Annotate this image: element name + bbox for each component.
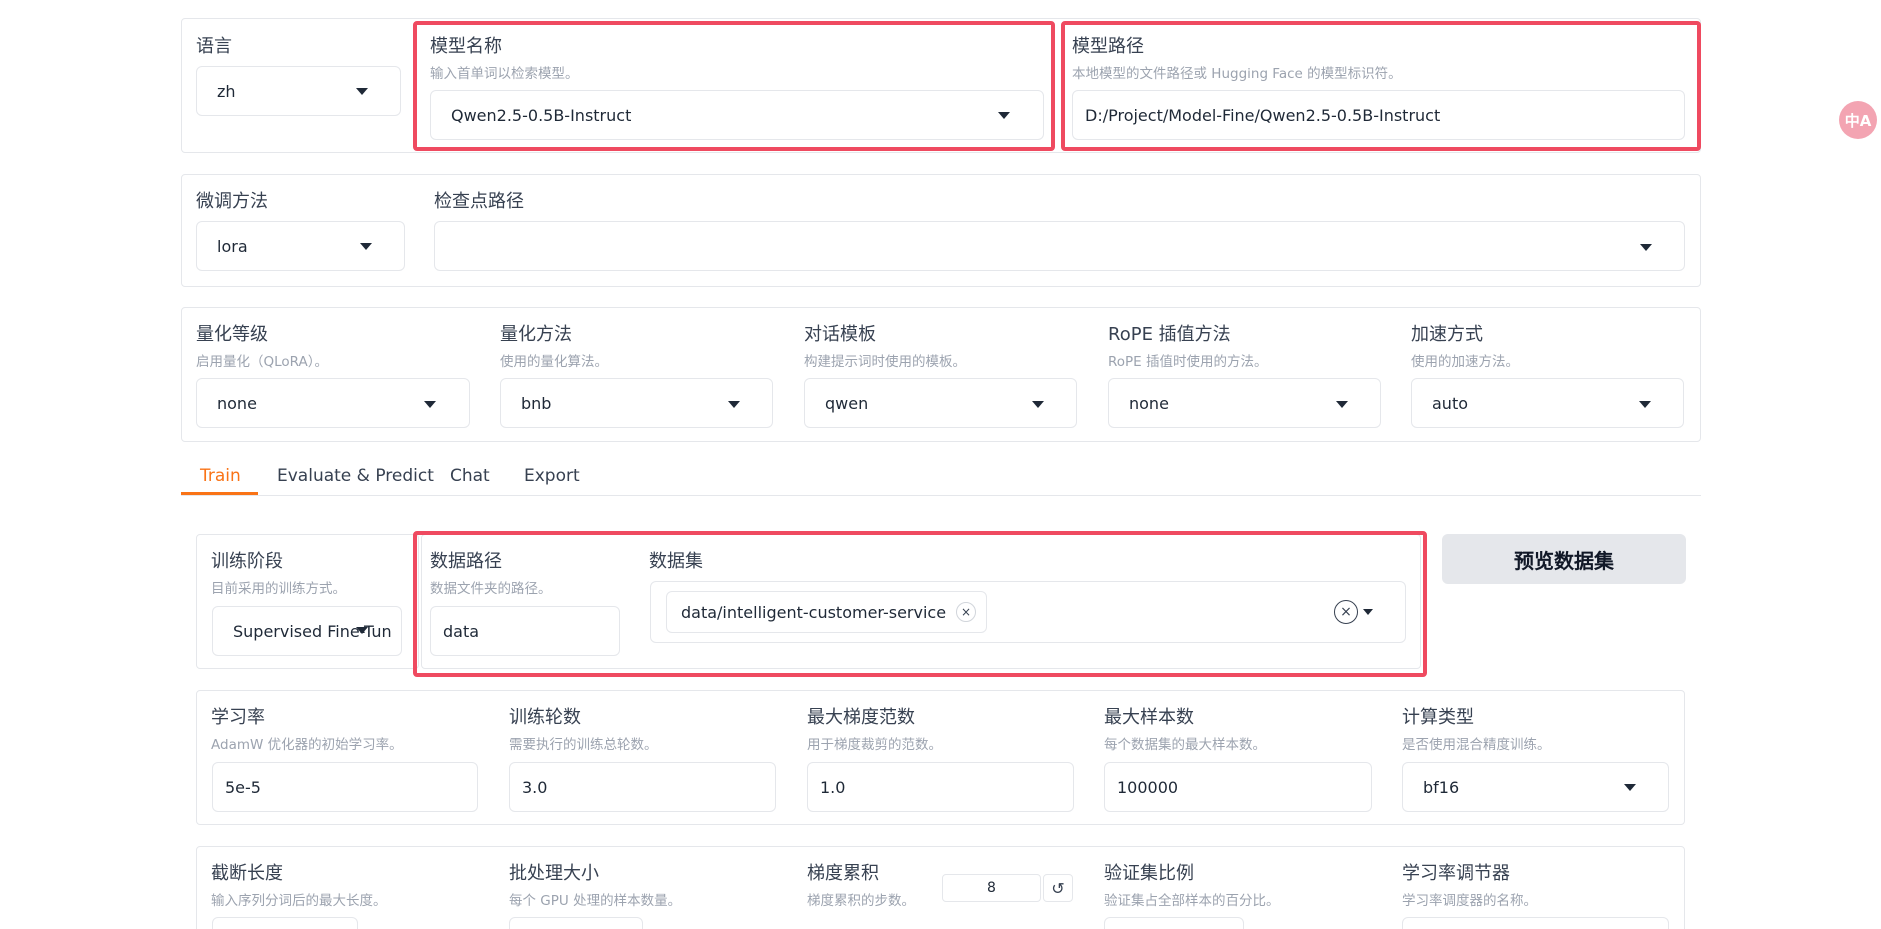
clear-icon[interactable]: × — [1334, 600, 1358, 624]
val-size-hint: 验证集占全部样本的百分比。 — [1104, 893, 1280, 909]
val-size-input[interactable] — [1104, 917, 1244, 929]
quant-method-hint: 使用的量化算法。 — [500, 354, 608, 370]
dataset-dir-input[interactable]: data — [430, 606, 620, 656]
finetune-method-label: 微调方法 — [196, 191, 268, 212]
epochs-label: 训练轮数 — [509, 707, 581, 728]
tabs-divider — [181, 495, 1701, 496]
chevron-down-icon — [356, 88, 368, 95]
translate-icon[interactable]: 中A — [1839, 101, 1877, 139]
chevron-down-icon — [1336, 401, 1348, 408]
grad-accum-number-input[interactable]: 8 — [942, 874, 1041, 902]
booster-label: 加速方式 — [1411, 324, 1483, 345]
stage-label: 训练阶段 — [211, 551, 283, 572]
quant-bit-label: 量化等级 — [196, 324, 268, 345]
grad-accum-label: 梯度累积 — [807, 863, 879, 884]
max-samples-value: 100000 — [1117, 777, 1179, 797]
dataset-dir-hint: 数据文件夹的路径。 — [430, 581, 552, 597]
template-hint: 构建提示词时使用的模板。 — [804, 354, 966, 370]
model-path-value: D:/Project/Model-Fine/Qwen2.5-0.5B-Instr… — [1085, 105, 1441, 125]
compute-type-hint: 是否使用混合精度训练。 — [1402, 737, 1551, 753]
learning-rate-input[interactable]: 5e-5 — [212, 762, 478, 812]
model-path-label: 模型路径 — [1072, 36, 1144, 57]
stage-select[interactable]: Supervised Fine-Tun — [212, 606, 402, 656]
model-name-select[interactable]: Qwen2.5-0.5B-Instruct — [430, 90, 1044, 140]
rope-value: none — [1129, 393, 1169, 413]
chevron-down-icon[interactable] — [1363, 609, 1373, 615]
max-grad-norm-label: 最大梯度范数 — [807, 707, 915, 728]
active-tab-indicator — [181, 492, 258, 495]
batch-size-label: 批处理大小 — [509, 863, 599, 884]
quant-method-label: 量化方法 — [500, 324, 572, 345]
max-samples-input[interactable]: 100000 — [1104, 762, 1372, 812]
model-path-input[interactable]: D:/Project/Model-Fine/Qwen2.5-0.5B-Instr… — [1072, 90, 1685, 140]
max-grad-norm-value: 1.0 — [820, 777, 846, 797]
epochs-value: 3.0 — [522, 777, 548, 797]
model-path-hint: 本地模型的文件路径或 Hugging Face 的模型标识符。 — [1072, 66, 1402, 82]
tab-train[interactable]: Train — [200, 466, 241, 486]
grad-accum-value: 8 — [987, 880, 996, 896]
chevron-down-icon — [1624, 784, 1636, 791]
lr-scheduler-label: 学习率调节器 — [1402, 863, 1510, 884]
learning-rate-label: 学习率 — [211, 707, 265, 728]
quant-bit-hint: 启用量化（QLoRA）。 — [196, 354, 328, 370]
chevron-down-icon — [998, 112, 1010, 119]
quant-bit-value: none — [217, 393, 257, 413]
max-samples-label: 最大样本数 — [1104, 707, 1194, 728]
max-grad-norm-input[interactable]: 1.0 — [807, 762, 1074, 812]
template-label: 对话模板 — [804, 324, 876, 345]
reset-icon[interactable]: ↺ — [1043, 874, 1073, 902]
compute-type-label: 计算类型 — [1402, 707, 1474, 728]
checkpoint-select[interactable] — [434, 221, 1685, 271]
dataset-dir-value: data — [443, 621, 480, 641]
preview-dataset-button[interactable]: 预览数据集 — [1442, 534, 1686, 584]
chevron-down-icon — [1640, 244, 1652, 251]
rope-hint: RoPE 插值时使用的方法。 — [1108, 354, 1268, 370]
compute-type-value: bf16 — [1423, 777, 1460, 797]
chevron-down-icon — [1032, 401, 1044, 408]
lr-scheduler-hint: 学习率调度器的名称。 — [1402, 893, 1537, 909]
learning-rate-value: 5e-5 — [225, 777, 261, 797]
rope-label: RoPE 插值方法 — [1108, 324, 1231, 345]
model-name-hint: 输入首单词以检索模型。 — [430, 66, 579, 82]
language-select[interactable]: zh — [196, 66, 401, 116]
booster-value: auto — [1432, 393, 1469, 413]
epochs-hint: 需要执行的训练总轮数。 — [509, 737, 658, 753]
chevron-down-icon — [356, 627, 368, 634]
dataset-chip: data/intelligent-customer-service × — [666, 591, 988, 633]
dataset-dir-label: 数据路径 — [430, 551, 502, 572]
cutoff-len-label: 截断长度 — [211, 863, 283, 884]
model-name-label: 模型名称 — [430, 36, 502, 57]
chevron-down-icon — [424, 401, 436, 408]
learning-rate-hint: AdamW 优化器的初始学习率。 — [211, 737, 403, 753]
grad-accum-hint: 梯度累积的步数。 — [807, 893, 915, 909]
batch-size-hint: 每个 GPU 处理的样本数量。 — [509, 893, 682, 909]
dataset-label: 数据集 — [649, 551, 703, 572]
quant-method-value: bnb — [521, 393, 552, 413]
checkpoint-label: 检查点路径 — [434, 191, 524, 212]
cutoff-len-hint: 输入序列分词后的最大长度。 — [211, 893, 387, 909]
lr-scheduler-select[interactable] — [1402, 917, 1669, 929]
val-size-label: 验证集比例 — [1104, 863, 1194, 884]
cutoff-len-input[interactable] — [212, 917, 358, 929]
stage-hint: 目前采用的训练方式。 — [211, 581, 346, 597]
chevron-down-icon — [360, 243, 372, 250]
dataset-chip-label: data/intelligent-customer-service — [681, 602, 947, 622]
batch-size-input[interactable] — [509, 917, 643, 929]
tab-export[interactable]: Export — [524, 466, 580, 486]
tab-evaluate-predict[interactable]: Evaluate & Predict — [277, 466, 434, 486]
chevron-down-icon — [728, 401, 740, 408]
tab-chat[interactable]: Chat — [450, 466, 490, 486]
language-value: zh — [217, 81, 236, 101]
max-grad-norm-hint: 用于梯度裁剪的范数。 — [807, 737, 942, 753]
booster-hint: 使用的加速方法。 — [1411, 354, 1519, 370]
max-samples-hint: 每个数据集的最大样本数。 — [1104, 737, 1266, 753]
finetune-method-value: lora — [217, 236, 248, 256]
chevron-down-icon — [1639, 401, 1651, 408]
template-value: qwen — [825, 393, 869, 413]
remove-chip-icon[interactable]: × — [956, 602, 977, 622]
finetune-method-select[interactable]: lora — [196, 221, 405, 271]
epochs-input[interactable]: 3.0 — [509, 762, 776, 812]
model-name-value: Qwen2.5-0.5B-Instruct — [451, 105, 632, 125]
language-label: 语言 — [196, 36, 232, 57]
